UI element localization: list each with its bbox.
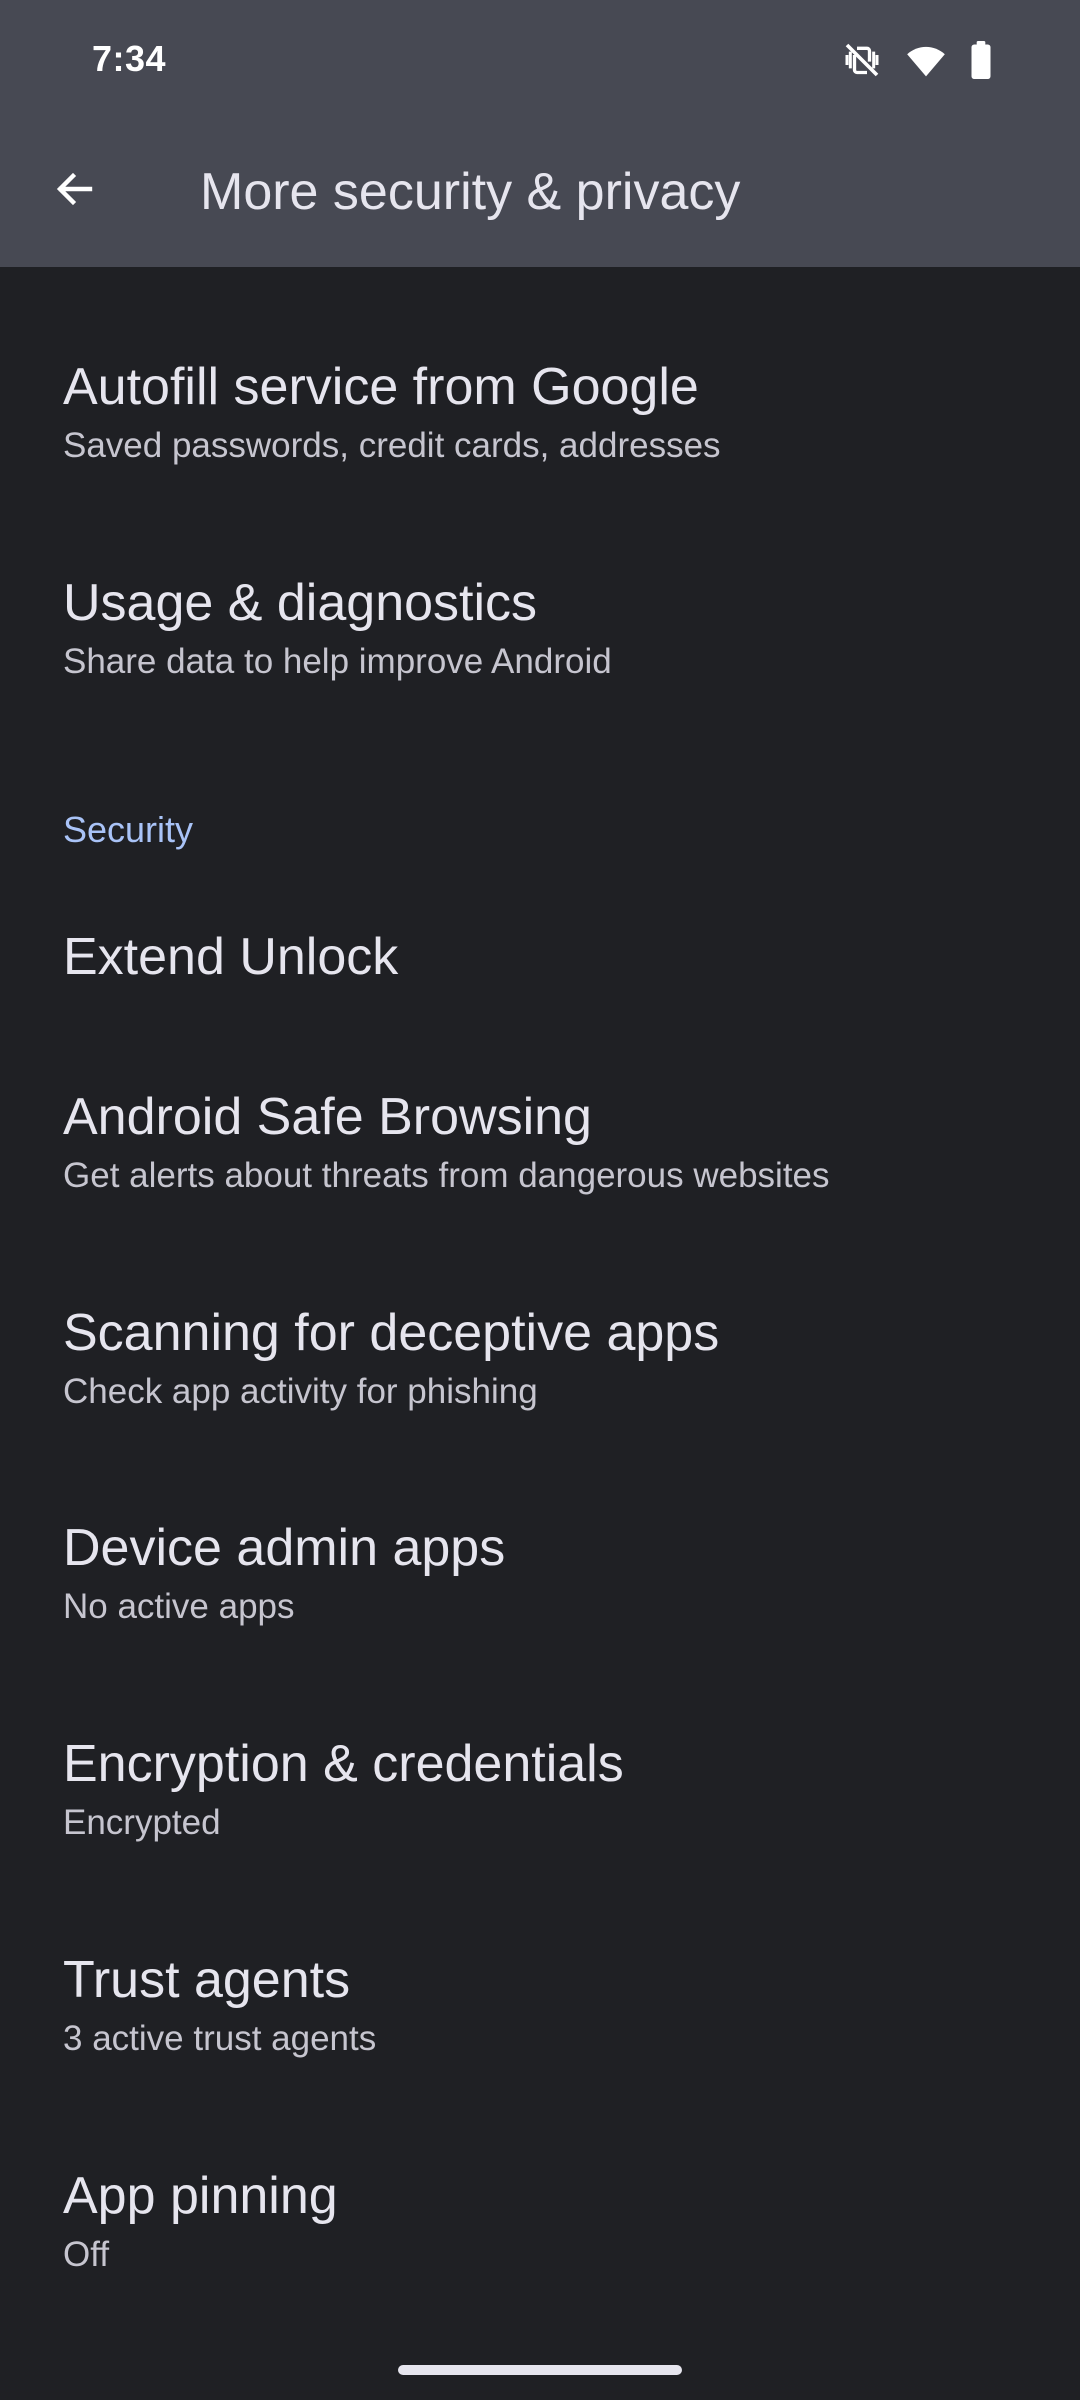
- item-subtitle: Get alerts about threats from dangerous …: [63, 1156, 830, 1195]
- deceptive-apps-scanning-item[interactable]: Scanning for deceptive apps Check app ac…: [0, 1303, 1080, 1473]
- status-time: 7:34: [92, 38, 167, 79]
- item-title: Device admin apps: [63, 1519, 506, 1577]
- app-pinning-item[interactable]: App pinning Off: [0, 2166, 1080, 2336]
- usage-diagnostics-item[interactable]: Usage & diagnostics Share data to help i…: [0, 573, 1080, 743]
- arrow-back-icon: [50, 165, 98, 218]
- item-title: Autofill service from Google: [63, 358, 699, 416]
- trust-agents-item[interactable]: Trust agents 3 active trust agents: [0, 1950, 1080, 2120]
- status-bar: 7:34: [0, 0, 1080, 120]
- battery-icon: [970, 41, 992, 79]
- item-subtitle: Share data to help improve Android: [63, 642, 612, 681]
- section-header-security: Security: [63, 809, 194, 850]
- wifi-icon: [906, 42, 946, 78]
- encryption-credentials-item[interactable]: Encryption & credentials Encrypted: [0, 1734, 1080, 1904]
- item-title: Scanning for deceptive apps: [63, 1304, 720, 1362]
- extend-unlock-item[interactable]: Extend Unlock: [0, 927, 1080, 1057]
- item-title: App pinning: [63, 2167, 338, 2225]
- item-subtitle: Saved passwords, credit cards, addresses: [63, 426, 721, 465]
- item-title: Extend Unlock: [63, 928, 399, 986]
- item-subtitle: Encrypted: [63, 1803, 221, 1842]
- gesture-nav-handle[interactable]: [398, 2365, 682, 2375]
- safe-browsing-item[interactable]: Android Safe Browsing Get alerts about t…: [0, 1087, 1080, 1257]
- item-title: Usage & diagnostics: [63, 574, 538, 632]
- item-subtitle: Off: [63, 2235, 110, 2274]
- autofill-service-item[interactable]: Autofill service from Google Saved passw…: [0, 357, 1080, 527]
- vibrate-off-icon: [842, 40, 882, 80]
- item-subtitle: Check app activity for phishing: [63, 1372, 538, 1411]
- app-bar: More security & privacy: [0, 120, 1080, 267]
- item-title: Trust agents: [63, 1951, 351, 2009]
- header: 7:34 More security & privacy: [0, 0, 1080, 267]
- item-title: Android Safe Browsing: [63, 1088, 592, 1146]
- item-title: Encryption & credentials: [63, 1735, 624, 1793]
- item-subtitle: No active apps: [63, 1587, 295, 1626]
- item-subtitle: 3 active trust agents: [63, 2019, 377, 2058]
- status-icons: [842, 40, 992, 80]
- back-button[interactable]: [38, 155, 110, 227]
- device-admin-apps-item[interactable]: Device admin apps No active apps: [0, 1518, 1080, 1688]
- page-title: More security & privacy: [200, 163, 741, 221]
